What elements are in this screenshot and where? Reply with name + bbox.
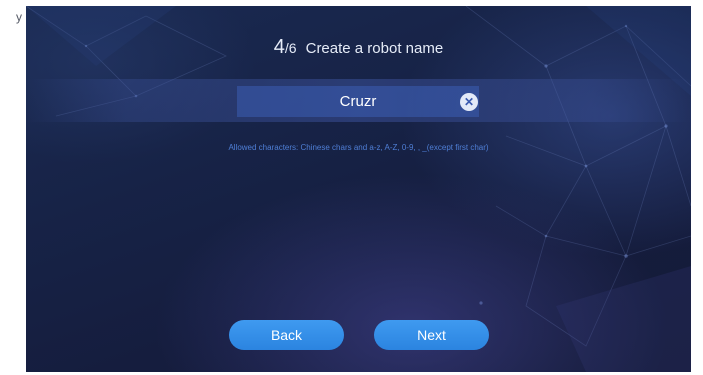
back-button[interactable]: Back [229, 320, 344, 350]
robot-name-input[interactable] [237, 86, 479, 117]
background-polygon-art [26, 6, 691, 372]
page-title: 4/6 Create a robot name [26, 36, 691, 59]
allowed-characters-hint: Allowed characters: Chinese chars and a-… [228, 143, 489, 152]
robot-setup-screen: 4/6 Create a robot name ✕ Allowed charact… [26, 6, 691, 372]
step-total: /6 [284, 40, 297, 56]
clear-circle-icon[interactable]: ✕ [460, 93, 478, 111]
step-current: 4 [273, 36, 285, 58]
page: y 4/6 Create a robot name Cruzr ✕ Allowe… [0, 0, 703, 375]
next-button[interactable]: Next [374, 320, 489, 350]
side-caption: y [16, 10, 22, 24]
title-text: Create a robot name [305, 40, 444, 57]
